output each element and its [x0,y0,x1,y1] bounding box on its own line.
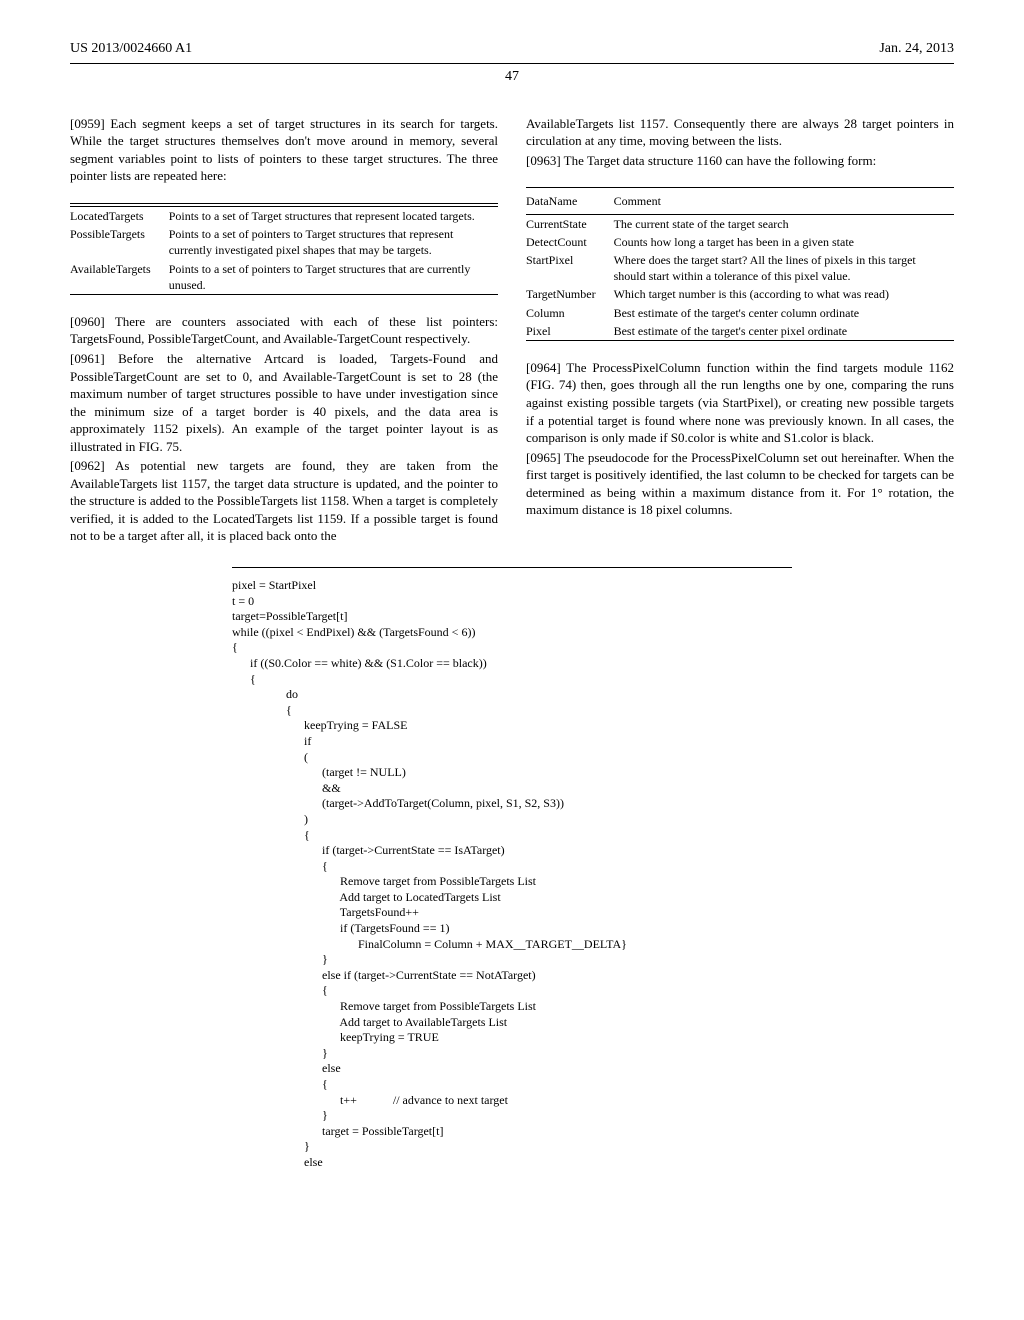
table-row: DetectCount Counts how long a target has… [526,233,954,251]
row-name: CurrentState [526,214,614,233]
page-header: US 2013/0024660 A1 Jan. 24, 2013 [70,40,954,64]
row-desc: Points to a set of pointers to Target st… [169,225,498,259]
th-dataname: DataName [526,189,614,214]
row-name: Column [526,304,614,322]
target-structure-table: DataName Comment CurrentState The curren… [526,187,954,341]
paragraph-0961: [0961] Before the alternative Artcard is… [70,350,498,455]
page-number: 47 [70,68,954,87]
row-desc: Counts how long a target has been in a g… [614,233,954,251]
table-row: Pixel Best estimate of the target's cent… [526,322,954,341]
page: US 2013/0024660 A1 Jan. 24, 2013 47 [095… [0,0,1024,1320]
row-desc: Where does the target start? All the lin… [614,251,954,285]
row-desc: The current state of the target search [614,214,954,233]
publication-date: Jan. 24, 2013 [879,40,954,59]
left-column: [0959] Each segment keeps a set of targe… [70,115,498,547]
row-name: Pixel [526,322,614,341]
right-column: AvailableTargets list 1157. Consequently… [526,115,954,547]
row-desc: Points to a set of Target structures tha… [169,206,498,225]
table-row: AvailableTargets Points to a set of poin… [70,260,498,295]
row-name: AvailableTargets [70,260,169,295]
row-desc: Best estimate of the target's center pix… [614,322,954,341]
pseudocode-block: pixel = StartPixel t = 0 target=Possible… [232,567,792,1171]
table-row: StartPixel Where does the target start? … [526,251,954,285]
paragraph-0959: [0959] Each segment keeps a set of targe… [70,115,498,185]
paragraph-0962: [0962] As potential new targets are foun… [70,457,498,545]
table-row: PossibleTargets Points to a set of point… [70,225,498,259]
row-desc: Which target number is this (according t… [614,285,954,303]
th-comment: Comment [614,189,954,214]
paragraph-0964: [0964] The ProcessPixelColumn function w… [526,359,954,447]
row-name: PossibleTargets [70,225,169,259]
table-row: Column Best estimate of the target's cen… [526,304,954,322]
pointer-lists-table: LocatedTargets Points to a set of Target… [70,203,498,295]
two-column-body: [0959] Each segment keeps a set of targe… [70,115,954,547]
table-row: TargetNumber Which target number is this… [526,285,954,303]
paragraph-0965: [0965] The pseudocode for the ProcessPix… [526,449,954,519]
publication-number: US 2013/0024660 A1 [70,40,192,59]
table-row: CurrentState The current state of the ta… [526,214,954,233]
paragraph-0962-cont: AvailableTargets list 1157. Consequently… [526,115,954,150]
row-desc: Best estimate of the target's center col… [614,304,954,322]
row-name: StartPixel [526,251,614,285]
paragraph-0960: [0960] There are counters associated wit… [70,313,498,348]
row-name: DetectCount [526,233,614,251]
row-name: LocatedTargets [70,206,169,225]
paragraph-0963: [0963] The Target data structure 1160 ca… [526,152,954,170]
row-name: TargetNumber [526,285,614,303]
row-desc: Points to a set of pointers to Target st… [169,260,498,295]
table-row: LocatedTargets Points to a set of Target… [70,206,498,225]
